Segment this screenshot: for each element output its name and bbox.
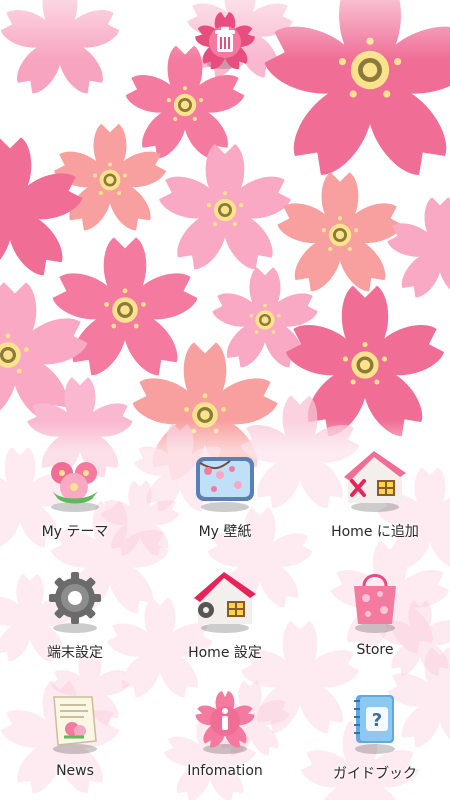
menu-item-my-wallpaper[interactable]: My 壁紙 bbox=[150, 445, 300, 566]
info-icon bbox=[195, 691, 255, 754]
home-menu: My テーマ My 壁紙 Home に追加 端末設定 Home 設定 Store… bbox=[0, 420, 450, 800]
menu-item-news[interactable]: News bbox=[0, 687, 150, 808]
flower-bouquet-icon bbox=[51, 462, 99, 512]
menu-item-information[interactable]: Infomation bbox=[150, 687, 300, 808]
menu-item-label: My テーマ bbox=[41, 524, 109, 540]
menu-item-add-to-home[interactable]: Home に追加 bbox=[300, 445, 450, 566]
menu-item-my-theme[interactable]: My テーマ bbox=[0, 445, 150, 566]
menu-grid: My テーマ My 壁紙 Home に追加 端末設定 Home 設定 Store… bbox=[0, 445, 450, 808]
menu-item-label: 端末設定 bbox=[47, 645, 103, 661]
guidebook-icon: ? bbox=[354, 695, 395, 754]
menu-item-label: Home 設定 bbox=[188, 645, 262, 661]
menu-item-label: ガイドブック bbox=[333, 766, 417, 782]
menu-item-store[interactable]: Store bbox=[300, 566, 450, 687]
menu-item-home-settings[interactable]: Home 設定 bbox=[150, 566, 300, 687]
trash-icon bbox=[195, 12, 255, 70]
menu-item-label: News bbox=[56, 763, 94, 779]
shopping-bag-icon bbox=[354, 574, 396, 633]
newspaper-icon bbox=[53, 696, 97, 754]
house-settings-icon bbox=[194, 572, 256, 633]
trash-button[interactable] bbox=[193, 10, 257, 74]
menu-item-guidebook[interactable]: ? ガイドブック bbox=[300, 687, 450, 808]
menu-item-label: Home に追加 bbox=[331, 524, 419, 540]
house-add-icon bbox=[344, 451, 406, 512]
menu-item-device-settings[interactable]: 端末設定 bbox=[0, 566, 150, 687]
menu-item-label: My 壁紙 bbox=[198, 524, 252, 540]
menu-item-label: Infomation bbox=[187, 763, 263, 779]
wallpaper-picture-icon bbox=[196, 457, 254, 512]
menu-item-label: Store bbox=[356, 642, 394, 658]
svg-text:?: ? bbox=[372, 710, 382, 731]
gear-icon bbox=[49, 572, 101, 633]
